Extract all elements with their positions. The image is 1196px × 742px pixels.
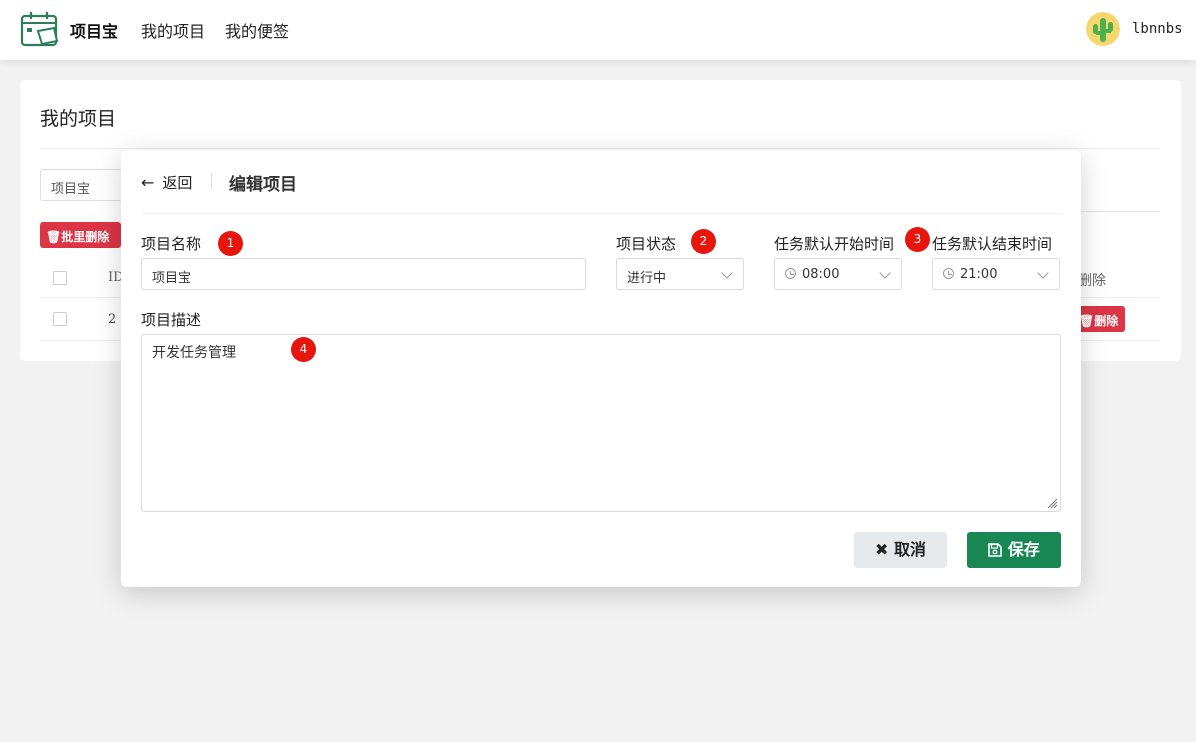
search-input[interactable]: 项目宝 [40, 169, 130, 201]
project-status-label: 项目状态 [616, 235, 677, 253]
divider [40, 148, 1160, 149]
annotation-badge-2: 2 [691, 229, 716, 254]
description-textarea[interactable]: 开发任务管理 [141, 334, 1061, 512]
nav-my-projects[interactable]: 我的项目 [141, 18, 205, 42]
chevron-down-icon [1037, 267, 1049, 279]
project-status-value: 进行中 [627, 271, 667, 286]
brand-name[interactable]: 项目宝 [70, 18, 118, 42]
annotation-badge-3: 3 [905, 227, 930, 252]
save-label: 保存 [1007, 540, 1040, 559]
calendar-note-icon[interactable] [20, 11, 60, 47]
close-icon: ✖ [875, 540, 889, 559]
chevron-down-icon [721, 267, 733, 279]
row-checkbox[interactable] [53, 312, 67, 326]
back-button[interactable]: ← 返回 [141, 172, 192, 193]
end-time-value: 21:00 [960, 267, 998, 282]
select-all-checkbox[interactable] [53, 271, 67, 285]
project-name-label: 项目名称 [141, 235, 202, 253]
annotation-badge-4: 4 [291, 337, 316, 362]
divider [211, 173, 212, 189]
cancel-button[interactable]: ✖ 取消 [854, 532, 947, 568]
save-button[interactable]: 保存 [967, 532, 1061, 568]
dialog-title: 编辑项目 [229, 175, 297, 195]
description-value: 开发任务管理 [152, 345, 236, 361]
row-delete-button[interactable]: 🗑删除 [1074, 306, 1125, 332]
floppy-disk-icon [988, 543, 1003, 557]
nav-my-notes[interactable]: 我的便签 [225, 18, 289, 42]
start-time-picker[interactable]: 08:00 [774, 258, 902, 290]
clock-icon [785, 268, 796, 279]
back-label: 返回 [162, 174, 193, 192]
annotation-badge-1: 1 [218, 231, 243, 256]
resize-handle-icon[interactable] [1046, 497, 1058, 509]
row-id: 2 [108, 312, 117, 327]
divider [141, 213, 1061, 214]
end-time-label: 任务默认结束时间 [932, 235, 1053, 253]
username[interactable]: lbnnbs [1132, 21, 1183, 37]
avatar[interactable] [1086, 12, 1120, 46]
description-label: 项目描述 [141, 311, 202, 329]
delete-column-header: 删除 [1078, 273, 1106, 289]
batch-delete-button[interactable]: 🗑批里删除 [40, 222, 121, 248]
start-time-label: 任务默认开始时间 [774, 235, 895, 253]
start-time-value: 08:00 [802, 267, 840, 282]
batch-delete-label: 批里删除 [61, 230, 110, 244]
end-time-picker[interactable]: 21:00 [932, 258, 1060, 290]
edit-project-dialog: ← 返回 编辑项目 项目名称 1 项目宝 项目状态 2 进行中 任务默认开始时间… [121, 150, 1081, 587]
clock-icon [943, 268, 954, 279]
trash-icon: 🗑 [1079, 314, 1095, 328]
project-name-input[interactable]: 项目宝 [141, 258, 586, 290]
top-navbar: 项目宝 我的项目 我的便签 lbnnbs [0, 0, 1196, 60]
row-delete-label: 删除 [1094, 314, 1119, 328]
divider [1080, 211, 1160, 212]
page-title: 我的项目 [40, 108, 117, 130]
trash-icon: 🗑 [46, 230, 62, 244]
cancel-label: 取消 [893, 540, 926, 559]
project-status-select[interactable]: 进行中 [616, 258, 744, 290]
arrow-left-icon: ← [141, 173, 155, 192]
chevron-down-icon [879, 267, 891, 279]
